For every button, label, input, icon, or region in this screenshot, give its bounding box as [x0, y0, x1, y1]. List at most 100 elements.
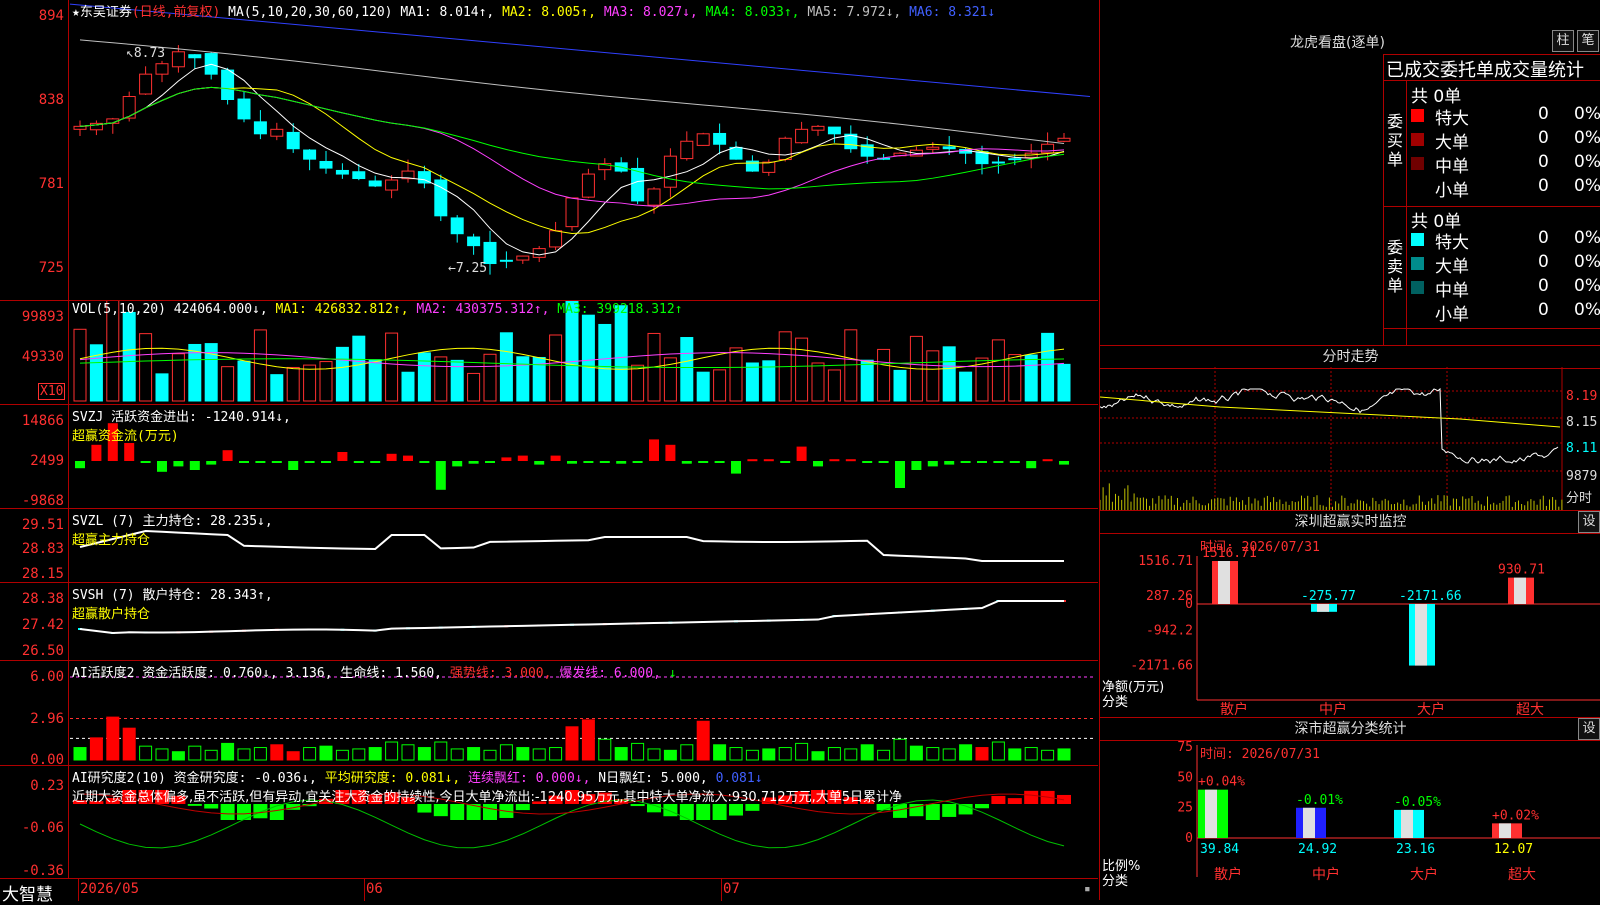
intraday-chart[interactable]: [1100, 345, 1600, 510]
vol-header: VOL(5,10,20): [72, 302, 166, 317]
sz-monitor-tick: 1516.71: [1138, 554, 1193, 569]
svzj-bar: [665, 444, 676, 461]
sz-monitor-panel[interactable]: 深圳超赢实时监控 设 时间: 2026/07/31 1516.71 287.26 0…: [1099, 510, 1600, 717]
svzj-bar: [173, 461, 184, 467]
activity-bar: [303, 747, 317, 761]
svzj-bar: [829, 459, 840, 462]
bar-mode-button[interactable]: 柱: [1552, 30, 1574, 52]
sz-class-chart[interactable]: 75 50 25 0 +0.04% 39.84 散户 -0.01% 24.92 中户 -0.05% 2…: [1100, 717, 1600, 900]
svzj-bar: [698, 461, 709, 463]
ai-activity-panel[interactable]: 6.00 2.96 0.00 AI活跃度2 资金活跃度: 0.760↓, 3.1…: [0, 660, 1098, 768]
activity-bar: [959, 744, 973, 761]
research-bar: [712, 804, 727, 820]
svzj-panel[interactable]: 14866 2499 -9868 SVZJ 活跃资金进出: -1240.914↓…: [0, 404, 1098, 509]
volume-bar: [286, 366, 300, 402]
candle: [237, 98, 251, 120]
activity-bar: [795, 742, 809, 761]
row-value: 0: [1538, 228, 1549, 248]
brand-label[interactable]: 大智慧: [2, 880, 53, 905]
candle: [188, 54, 202, 59]
price-panel[interactable]: 894 838 781 725 ★东吴证券(日线,前复权) MA(5,10,20…: [0, 0, 1098, 300]
chart-mode[interactable]: (日线,前复权): [132, 5, 220, 20]
svzj-bar: [599, 461, 610, 463]
sz-class-change: -0.01%: [1296, 793, 1343, 808]
volume-bar: [368, 359, 382, 402]
volume-bar: [253, 329, 267, 402]
volume-bar: [549, 334, 563, 402]
research-bar: [253, 804, 268, 819]
svzj-bar: [304, 461, 315, 463]
activity-bar: [745, 749, 759, 761]
row-percent: 0%: [1574, 228, 1600, 248]
sz-monitor-category: 超大: [1516, 702, 1544, 717]
candlestick-chart[interactable]: [0, 0, 1098, 300]
sz-monitor-tick: -942.2: [1146, 624, 1193, 639]
candle: [450, 217, 464, 235]
row-percent: 0%: [1574, 176, 1600, 196]
activity-bar: [991, 741, 1005, 761]
sz-class-value: 39.84: [1200, 842, 1239, 857]
svzj-bar: [222, 450, 233, 461]
volume-bar: [499, 332, 513, 402]
activity-bar: [155, 748, 169, 761]
activity-bar: [499, 744, 513, 761]
volume-bar: [795, 337, 809, 402]
date-tick: 2026/05: [80, 881, 140, 897]
activity-bar: [516, 747, 530, 761]
svzj-bar: [813, 461, 823, 467]
sz-class-value: 23.16: [1396, 842, 1435, 857]
activity-bar: [483, 749, 497, 761]
research-bar: [663, 804, 678, 817]
volume-bar: [352, 335, 366, 402]
stock-name[interactable]: ★东吴证券: [72, 5, 132, 20]
candle: [762, 161, 776, 173]
svsh-panel[interactable]: 28.38 27.42 26.50 SVSH (7) 散户持仓: 28.343↑…: [0, 582, 1098, 661]
svzj-bar: [731, 461, 741, 474]
vol-ma2: MA2: 430375.312↑,: [416, 302, 550, 317]
svzj-bar: [1009, 461, 1020, 463]
candle: [827, 126, 841, 135]
volume-bar: [270, 374, 284, 402]
volume-bar: [89, 344, 103, 402]
row-name: 中单: [1435, 281, 1469, 301]
ai2-commentary: 近期大资金总体偏多,虽不活跃,但有异动,宜关注大资金的持续性,今日大单净流出:-…: [72, 790, 903, 805]
volume-bar: [713, 369, 727, 402]
sz-class-bar-shine: [1401, 809, 1413, 838]
svzj-bar: [1059, 461, 1069, 465]
sz-class-panel[interactable]: 深市超赢分类统计 设 时间: 2026/07/31 75 50 25 0 +0.04% 3…: [1099, 717, 1600, 900]
ma5-value: MA5: 7.972↓,: [807, 5, 902, 20]
ai-research-panel[interactable]: 0.23 -0.06 -0.36 AI研究度2(10) 资金研究度: -0.03…: [0, 765, 1098, 879]
row-percent: 0%: [1574, 104, 1600, 124]
volume-bar: [614, 305, 628, 402]
candle: [631, 167, 645, 202]
research-bar: [417, 804, 432, 813]
activity-bar: [565, 726, 579, 761]
activity-bar: [713, 744, 727, 761]
svzj-bar: [485, 461, 495, 463]
color-swatch: [1411, 305, 1424, 318]
tick-mode-button[interactable]: 笔: [1577, 30, 1599, 52]
sz-class-change: -0.05%: [1394, 795, 1441, 810]
vol-value: 424064.000↓,: [173, 302, 268, 317]
svzl-panel[interactable]: 29.51 28.83 28.15 SVZL (7) 主力持仓: 28.235↓…: [0, 508, 1098, 583]
candle: [253, 121, 267, 135]
sz-monitor-chart[interactable]: 1516.71287.260-942.2-2171.661516.71散户-27…: [1100, 510, 1600, 717]
activity-bar: [729, 747, 743, 761]
sz-class-value: 24.92: [1298, 842, 1337, 857]
svzj-bar: [517, 455, 528, 461]
intraday-panel[interactable]: 分时走势 8.19 8.15 8.11 9879 分时: [1099, 345, 1600, 510]
volume-bar: [467, 372, 481, 402]
volume-bar: [417, 352, 431, 402]
avg-line: [1100, 396, 1561, 428]
lock-icon[interactable]: ▪: [1084, 882, 1091, 895]
ai2-research: AI研究度2(10) 资金研究度: -0.036↓,: [72, 771, 317, 786]
sz-monitor-ylabel: 净额(万元) 分类: [1102, 680, 1165, 710]
svzj-bar: [337, 452, 348, 461]
activity-bar: [827, 747, 841, 761]
svzj-header: SVZJ 活跃资金进出: -1240.914↓,: [72, 410, 291, 425]
volume-panel[interactable]: 99893 49330 X10 VOL(5,10,20) 424064.000↓…: [0, 300, 1098, 405]
ai1-burst-line: 爆发线: 6.000,: [559, 666, 661, 681]
svzj-bar: [567, 461, 577, 464]
row-percent: 0%: [1574, 276, 1600, 296]
sz-class-bar-shine: [1303, 807, 1315, 838]
